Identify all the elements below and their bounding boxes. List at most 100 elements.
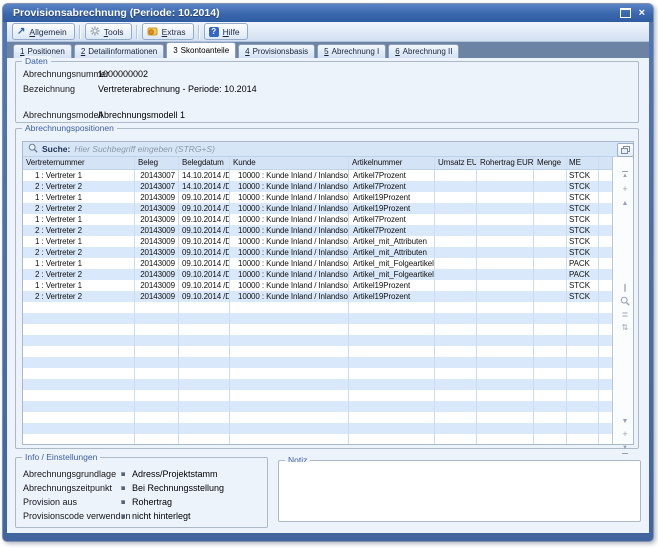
search-label: Suche: bbox=[42, 144, 70, 154]
column-header-kunde[interactable]: Kunde bbox=[230, 157, 349, 169]
table-cell bbox=[349, 423, 435, 434]
table-row-empty[interactable] bbox=[23, 423, 613, 434]
tab-skontoanteile[interactable]: 3Skontoanteile bbox=[166, 42, 236, 58]
table-row[interactable]: 2 : Vertreter 22014300909.10.2014 /Do100… bbox=[23, 203, 613, 214]
table-row[interactable]: 2 : Vertreter 22014300909.10.2014 /Do100… bbox=[23, 225, 613, 236]
goto-first-button[interactable]: ▲ bbox=[618, 171, 632, 182]
table-cell bbox=[477, 324, 534, 335]
table-cell: 2 : Vertreter 2 bbox=[23, 225, 135, 236]
table-cell bbox=[435, 291, 477, 302]
table-row-empty[interactable] bbox=[23, 412, 613, 423]
hilfe-button[interactable]: ? Hilfe bbox=[204, 23, 248, 40]
table-cell bbox=[534, 423, 567, 434]
search-input[interactable] bbox=[74, 144, 633, 154]
table-row[interactable]: 2 : Vertreter 22014300909.10.2014 /Do100… bbox=[23, 269, 613, 280]
pipes-icon[interactable]: ∥ bbox=[618, 283, 632, 294]
scroll-down-button[interactable]: ▼ bbox=[618, 417, 632, 428]
notiz-textarea[interactable] bbox=[280, 462, 639, 520]
table-row-empty[interactable] bbox=[23, 401, 613, 412]
table-cell bbox=[567, 434, 599, 444]
column-header-umsatz-eur[interactable]: Umsatz EUR bbox=[435, 157, 477, 169]
table-cell bbox=[477, 390, 534, 401]
table-cell bbox=[349, 412, 435, 423]
tab-provisionsbasis[interactable]: 4Provisionsbasis bbox=[238, 44, 315, 58]
table-cell bbox=[23, 434, 135, 444]
table-cell: 10000 : Kunde Inland / Inlandsort bbox=[230, 181, 349, 192]
table-row-empty[interactable] bbox=[23, 357, 613, 368]
table-row-empty[interactable] bbox=[23, 313, 613, 324]
column-header-rohertrag-eur[interactable]: Rohertrag EUR bbox=[477, 157, 534, 169]
sort-button[interactable]: ⇅ bbox=[618, 323, 632, 334]
table-row[interactable]: 1 : Vertreter 12014300909.10.2014 /Do100… bbox=[23, 192, 613, 203]
table-cell: 1 : Vertreter 1 bbox=[23, 192, 135, 203]
table-cell: 09.10.2014 /Do bbox=[179, 247, 230, 258]
list-view-button[interactable]: ≣ bbox=[618, 310, 632, 321]
table-cell: 10000 : Kunde Inland / Inlandsort bbox=[230, 225, 349, 236]
table-row-empty[interactable] bbox=[23, 335, 613, 346]
table-cell bbox=[179, 302, 230, 313]
table-cell bbox=[230, 379, 349, 390]
zoom-button[interactable] bbox=[618, 296, 632, 307]
tools-button[interactable]: Tools bbox=[85, 23, 132, 40]
tab-abrechnung-1[interactable]: 5Abrechnung I bbox=[317, 44, 386, 58]
table-row-empty[interactable] bbox=[23, 302, 613, 313]
column-header-beleg[interactable]: Beleg bbox=[135, 157, 179, 169]
extras-button[interactable]: Extras bbox=[142, 23, 194, 40]
info-row-grundlage: Abrechnungsgrundlage Adress/Projektstamm bbox=[16, 469, 267, 480]
table-cell bbox=[599, 258, 613, 269]
table-cell: 1 : Vertreter 1 bbox=[23, 280, 135, 291]
table-cell bbox=[599, 368, 613, 379]
goto-last-button[interactable]: ▼ bbox=[618, 443, 632, 454]
table-cell bbox=[349, 302, 435, 313]
table-row[interactable]: 1 : Vertreter 12014300909.10.2014 /Do100… bbox=[23, 214, 613, 225]
column-header-vertreternummer[interactable]: Vertreternummer bbox=[23, 157, 135, 169]
table-row-empty[interactable] bbox=[23, 379, 613, 390]
table-row[interactable]: 1 : Vertreter 12014300714.10.2014 /Di100… bbox=[23, 170, 613, 181]
table-cell bbox=[349, 368, 435, 379]
table-cell bbox=[435, 203, 477, 214]
info-row-zeitpunkt: Abrechnungszeitpunkt Bei Rechnungsstellu… bbox=[16, 483, 267, 494]
table-cell: 20143009 bbox=[135, 269, 179, 280]
table-cell: STCK bbox=[567, 192, 599, 203]
column-header-artikelnummer[interactable]: Artikelnummer bbox=[349, 157, 435, 169]
table-row[interactable]: 2 : Vertreter 22014300714.10.2014 /Di100… bbox=[23, 181, 613, 192]
table-cell: Artikel19Prozent bbox=[349, 203, 435, 214]
scroll-up-button[interactable]: ▲ bbox=[618, 199, 632, 210]
table-row[interactable]: 1 : Vertreter 12014300909.10.2014 /Do100… bbox=[23, 258, 613, 269]
add-row-button-bottom[interactable]: + bbox=[618, 430, 632, 441]
table-row-empty[interactable] bbox=[23, 346, 613, 357]
column-header-spacer[interactable] bbox=[599, 157, 613, 169]
table-row-empty[interactable] bbox=[23, 390, 613, 401]
table-row[interactable]: 2 : Vertreter 22014300909.10.2014 /Do100… bbox=[23, 247, 613, 258]
table-cell bbox=[435, 401, 477, 412]
table-cell bbox=[435, 225, 477, 236]
table-cell bbox=[534, 236, 567, 247]
table-cell bbox=[599, 291, 613, 302]
table-cell bbox=[477, 258, 534, 269]
table-row-empty[interactable] bbox=[23, 324, 613, 335]
tab-detailinformationen[interactable]: 2Detailinformationen bbox=[74, 44, 164, 58]
column-chooser-button[interactable] bbox=[617, 143, 634, 157]
table-cell bbox=[534, 192, 567, 203]
close-window-icon[interactable]: × bbox=[639, 8, 645, 19]
table-row[interactable]: 2 : Vertreter 22014300909.10.2014 /Do100… bbox=[23, 291, 613, 302]
table-cell bbox=[599, 280, 613, 291]
table-row[interactable]: 1 : Vertreter 12014300909.10.2014 /Do100… bbox=[23, 236, 613, 247]
daten-legend: Daten bbox=[22, 56, 51, 67]
table-cell bbox=[534, 434, 567, 444]
tab-abrechnung-2[interactable]: 6Abrechnung II bbox=[388, 44, 459, 58]
table-cell bbox=[477, 280, 534, 291]
column-header-menge[interactable]: Menge bbox=[534, 157, 567, 169]
table-cell: 09.10.2014 /Do bbox=[179, 269, 230, 280]
table-cell: 2 : Vertreter 2 bbox=[23, 291, 135, 302]
table-row[interactable]: 1 : Vertreter 12014300909.10.2014 /Do100… bbox=[23, 280, 613, 291]
column-header-me[interactable]: ME bbox=[567, 157, 599, 169]
allgemein-button[interactable]: ↗ Allgemein bbox=[12, 23, 75, 40]
table-cell: 10000 : Kunde Inland / Inlandsort bbox=[230, 280, 349, 291]
add-row-button[interactable]: + bbox=[618, 185, 632, 196]
table-row-empty[interactable] bbox=[23, 434, 613, 444]
restore-window-icon[interactable] bbox=[620, 8, 631, 18]
column-header-belegdatum[interactable]: Belegdatum bbox=[179, 157, 230, 169]
table-row-empty[interactable] bbox=[23, 368, 613, 379]
table-cell bbox=[135, 390, 179, 401]
